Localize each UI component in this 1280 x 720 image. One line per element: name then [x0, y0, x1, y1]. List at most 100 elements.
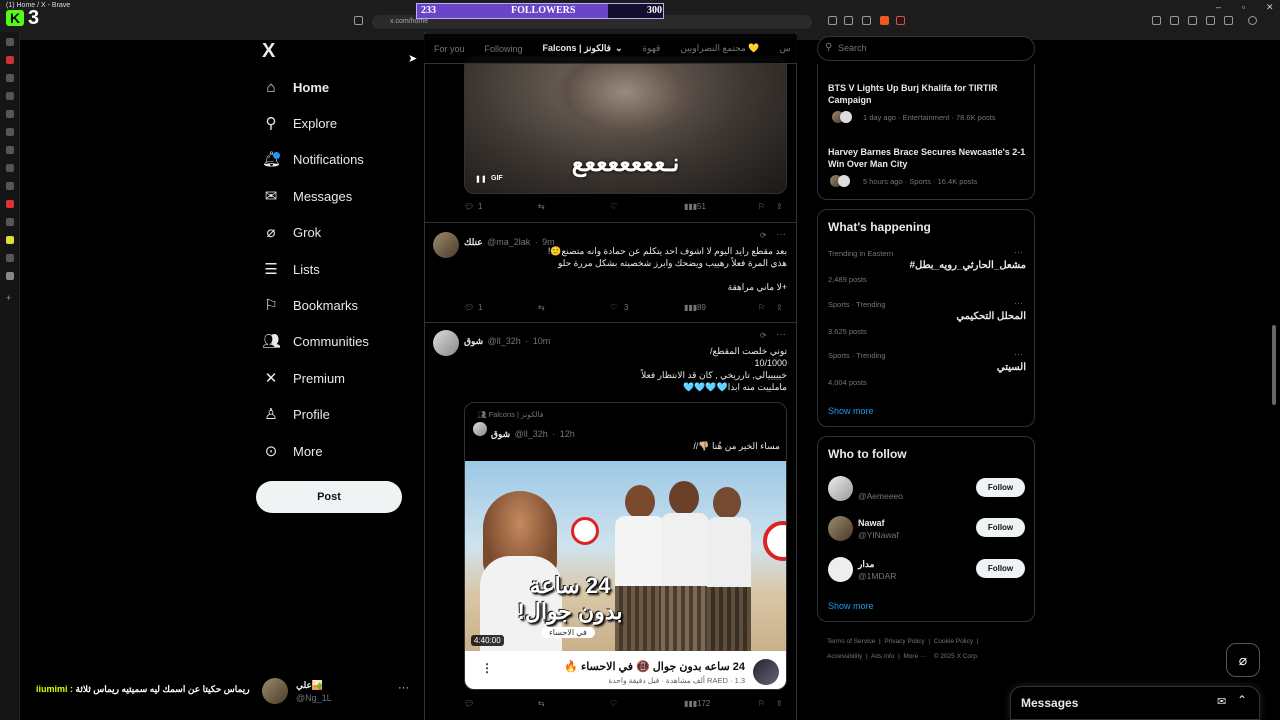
share-icon[interactable]: ⇪: [776, 699, 783, 708]
bookmark-page-icon[interactable]: [354, 16, 363, 25]
extensions-icon[interactable]: [1152, 16, 1161, 25]
footer-link[interactable]: Accessibility: [827, 653, 862, 660]
sidebar-app-icon[interactable]: [6, 200, 14, 208]
trend-name[interactable]: #مشعل_الحارثي_رويه_بطل: [828, 260, 1026, 272]
nav-grok[interactable]: ⌀ Grok: [262, 218, 321, 246]
video-info-bar[interactable]: ⋮ 24 ساعه بدون جوال 📵 في الاحساء 🔥 RAED …: [465, 651, 786, 689]
sidebar-app-icon[interactable]: [6, 164, 14, 172]
tab-falcons[interactable]: Falcons | فالكونز ⌄: [533, 43, 633, 54]
account-switcher[interactable]: علي🏜️ @Ng_1L ···: [262, 676, 412, 708]
sidebar-toggle-icon[interactable]: [1170, 16, 1179, 25]
reply-icon[interactable]: 💬︎: [464, 202, 474, 211]
follow-handle[interactable]: @Aemeeeo: [858, 491, 903, 501]
sidebar-app-icon[interactable]: [6, 254, 14, 262]
views-icon[interactable]: ▮▮▮: [684, 303, 697, 312]
bookmark-icon[interactable]: ⚐: [758, 303, 765, 312]
nav-more[interactable]: ⊙ More: [262, 437, 323, 465]
close-icon[interactable]: ✕: [1266, 2, 1274, 13]
follow-button[interactable]: Follow: [976, 518, 1025, 537]
avatar[interactable]: [828, 557, 853, 582]
nav-profile[interactable]: ♙ Profile: [262, 400, 330, 428]
gif-media[interactable]: نـعععععععع ❚❚ GIF: [464, 56, 787, 194]
more-dots-icon[interactable]: ···: [1014, 349, 1023, 359]
nav-premium[interactable]: ✕ Premium: [262, 364, 345, 392]
tab-for-you[interactable]: For you: [424, 44, 475, 54]
views-icon[interactable]: ▮▮▮: [684, 699, 697, 708]
brave-rewards-icon[interactable]: [896, 16, 905, 25]
nav-explore[interactable]: ⚲ Explore: [262, 109, 338, 137]
sidebar-app-icon[interactable]: [6, 218, 14, 226]
trend-name[interactable]: السيتي: [828, 362, 1026, 374]
avatar[interactable]: [828, 516, 853, 541]
nav-communities[interactable]: 👥︎ Communities: [262, 327, 369, 355]
follow-button[interactable]: Follow: [976, 478, 1025, 497]
scrollbar-thumb[interactable]: [1272, 325, 1276, 405]
avatar[interactable]: [433, 232, 459, 258]
maximize-icon[interactable]: ▫: [1242, 2, 1245, 12]
sidebar-app-icon[interactable]: [6, 92, 14, 100]
nav-home[interactable]: ⌂ Home: [262, 73, 329, 101]
like-icon[interactable]: ♡: [610, 202, 617, 211]
footer-link[interactable]: Privacy Policy: [884, 638, 924, 645]
more-dots-icon[interactable]: ···: [1014, 298, 1023, 308]
share-icon[interactable]: [828, 16, 837, 25]
youtube-icon[interactable]: [6, 56, 14, 64]
follow-name[interactable]: مدار: [858, 558, 874, 570]
avatar[interactable]: [433, 330, 459, 356]
nav-lists[interactable]: ☰ Lists: [262, 255, 319, 283]
show-more-link[interactable]: Show more: [828, 601, 874, 611]
zoom-icon[interactable]: [844, 16, 853, 25]
share-icon[interactable]: ⇪: [776, 303, 783, 312]
tab-coffee[interactable]: قهوة: [633, 43, 671, 54]
video-more-icon[interactable]: ⋮: [481, 661, 493, 675]
follow-button[interactable]: Follow: [976, 559, 1025, 578]
grok-fab-icon[interactable]: ⌀: [1226, 643, 1260, 677]
pause-icon[interactable]: ❚❚: [475, 175, 487, 183]
sidebar-app-icon[interactable]: [6, 110, 14, 118]
new-message-icon[interactable]: ✉: [1217, 695, 1226, 708]
tab-following[interactable]: Following: [475, 44, 533, 54]
more-dots-icon[interactable]: ···: [776, 329, 786, 340]
messages-drawer[interactable]: Messages ✉ ⌃: [1010, 686, 1260, 720]
views-icon[interactable]: ▮▮▮: [684, 202, 697, 211]
reply-icon[interactable]: 💬︎: [464, 699, 474, 708]
sidebar-app-icon[interactable]: [6, 74, 14, 82]
video-thumbnail[interactable]: 24 ساعة بدون جوال! في الاحساء 4:40:00: [465, 461, 786, 651]
sidebar-panel-icon[interactable]: [6, 38, 14, 46]
follow-name[interactable]: Nawaf: [858, 517, 885, 529]
nav-bookmarks[interactable]: ⚐ Bookmarks: [262, 291, 358, 319]
x-logo[interactable]: X: [262, 40, 275, 63]
nav-notifications[interactable]: 🔔︎ Notifications: [262, 145, 364, 173]
sidebar-app-icon[interactable]: [6, 128, 14, 136]
grok-icon[interactable]: ⟳: [760, 331, 767, 340]
leo-icon[interactable]: [1224, 16, 1233, 25]
brave-shield-icon[interactable]: [880, 16, 889, 25]
minimize-icon[interactable]: –: [1216, 2, 1221, 12]
sidebar-x-icon[interactable]: [6, 272, 14, 280]
retweet-icon[interactable]: ⇆: [538, 303, 545, 312]
like-icon[interactable]: ♡: [610, 303, 617, 312]
news-title[interactable]: BTS V Lights Up Burj Khalifa for TIRTIR …: [828, 82, 1023, 106]
news-title[interactable]: Harvey Barnes Brace Secures Newcastle's …: [828, 146, 1028, 170]
retweet-icon[interactable]: ⇆: [538, 699, 545, 708]
follow-handle[interactable]: @YINawaf: [858, 530, 899, 540]
add-icon[interactable]: +: [6, 294, 14, 303]
wallet-icon[interactable]: [1188, 16, 1197, 25]
tab-overflow[interactable]: س: [770, 43, 797, 54]
more-dots-icon[interactable]: ···: [1014, 247, 1023, 257]
retweet-icon[interactable]: ⇆: [538, 202, 545, 211]
footer-link[interactable]: More ···: [903, 653, 926, 660]
search-input[interactable]: Search: [817, 36, 1035, 61]
bookmark-icon[interactable]: ⚐: [758, 699, 765, 708]
bookmark-icon[interactable]: ⚐: [758, 202, 765, 211]
quote-tweet[interactable]: 👥︎ Falcons | فالكونز شوق @ll_32h · 12h م…: [464, 402, 787, 690]
share-icon[interactable]: ⇪: [776, 202, 783, 211]
avatar[interactable]: [828, 476, 853, 501]
footer-link[interactable]: Ads info: [871, 653, 895, 660]
nav-messages[interactable]: ✉ Messages: [262, 182, 353, 210]
like-icon[interactable]: ♡: [610, 699, 617, 708]
show-more-link[interactable]: Show more: [828, 406, 874, 416]
share-page-icon[interactable]: [862, 16, 871, 25]
trend-name[interactable]: المحلل التحكيمي: [828, 311, 1026, 323]
tab-nassr-community[interactable]: مجتمع النصراويين 💛: [670, 43, 769, 54]
